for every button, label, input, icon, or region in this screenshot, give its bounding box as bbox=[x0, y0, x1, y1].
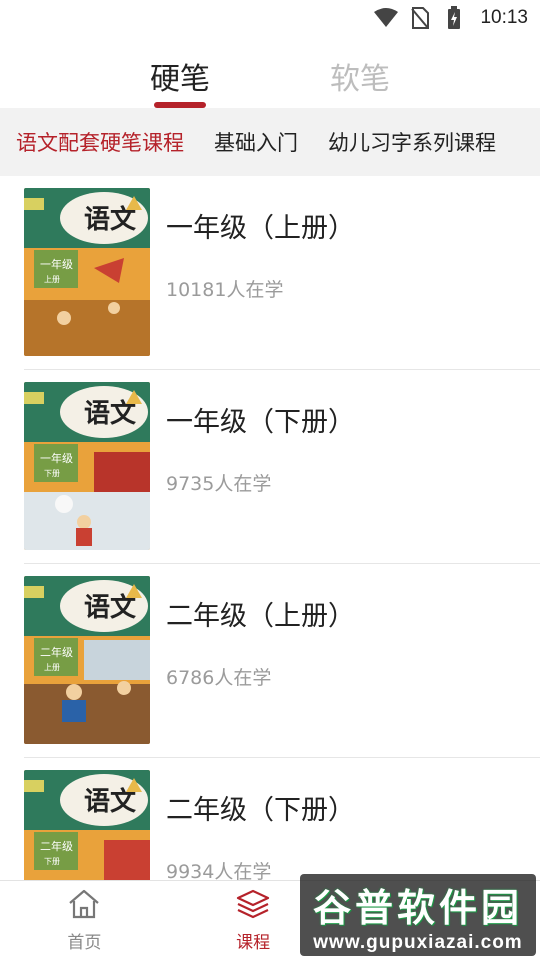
svg-text:语文: 语文 bbox=[84, 398, 137, 429]
svg-text:上册: 上册 bbox=[44, 275, 60, 284]
svg-text:下册: 下册 bbox=[44, 857, 60, 866]
svg-text:下册: 下册 bbox=[44, 469, 60, 478]
layers-icon bbox=[236, 888, 270, 924]
top-tabs: 硬笔 软笔 bbox=[0, 36, 540, 108]
course-cover-image: 语文 二年级 上册 bbox=[24, 576, 150, 744]
svg-text:二年级: 二年级 bbox=[40, 645, 73, 659]
wifi-icon bbox=[374, 6, 399, 30]
sub-category-kids-writing[interactable]: 幼儿习字系列课程 bbox=[328, 127, 496, 157]
svg-text:语文: 语文 bbox=[84, 204, 137, 235]
watermark-title: 谷普软件园 bbox=[312, 885, 523, 930]
svg-text:语文: 语文 bbox=[84, 786, 137, 817]
course-title: 二年级（上册） bbox=[166, 601, 355, 632]
course-learners-count: 6786人在学 bbox=[166, 667, 272, 689]
course-item[interactable]: 语文 一年级 上册 一年级（上册） 10181人在学 bbox=[24, 176, 540, 370]
svg-text:语文: 语文 bbox=[84, 592, 137, 623]
nav-label-courses: 课程 bbox=[236, 933, 271, 953]
nav-label-home: 首页 bbox=[67, 933, 102, 953]
course-item[interactable]: 语文 一年级 下册 一年级（下册） 9735人在学 bbox=[24, 370, 540, 564]
battery-charging-icon bbox=[442, 6, 466, 30]
status-time: 10:13 bbox=[480, 7, 528, 28]
watermark-logo: 谷普软件园 www.gupuxiazai.com bbox=[300, 874, 536, 956]
sub-category-basics[interactable]: 基础入门 bbox=[214, 127, 298, 157]
tab-hard-pen[interactable]: 硬笔 bbox=[150, 36, 210, 108]
svg-text:上册: 上册 bbox=[44, 663, 60, 672]
sub-category-chinese-course[interactable]: 语文配套硬笔课程 bbox=[16, 127, 184, 157]
svg-text:二年级: 二年级 bbox=[40, 839, 73, 853]
course-cover-image: 语文 一年级 上册 bbox=[24, 188, 150, 356]
course-cover-image: 语文 一年级 下册 bbox=[24, 382, 150, 550]
course-title: 二年级（下册） bbox=[166, 795, 355, 826]
course-list: 语文 一年级 上册 一年级（上册） 10181人在学 语文 一年级 下册 一年级… bbox=[0, 176, 540, 952]
watermark-url: www.gupuxiazai.com bbox=[313, 931, 523, 953]
nav-item-home[interactable]: 首页 bbox=[0, 881, 169, 960]
course-learners-count: 9735人在学 bbox=[166, 473, 272, 495]
course-item[interactable]: 语文 二年级 上册 二年级（上册） 6786人在学 bbox=[24, 564, 540, 758]
course-learners-count: 10181人在学 bbox=[166, 279, 284, 301]
course-title: 一年级（上册） bbox=[166, 213, 355, 244]
svg-text:一年级: 一年级 bbox=[40, 451, 73, 465]
tab-soft-brush[interactable]: 软笔 bbox=[330, 36, 390, 108]
sub-category-bar: 语文配套硬笔课程 基础入门 幼儿习字系列课程 bbox=[0, 108, 540, 176]
course-title: 一年级（下册） bbox=[166, 407, 355, 438]
svg-text:一年级: 一年级 bbox=[40, 257, 73, 271]
status-bar: 10:13 bbox=[0, 0, 540, 36]
home-icon bbox=[67, 888, 101, 924]
no-sim-icon bbox=[408, 6, 432, 30]
